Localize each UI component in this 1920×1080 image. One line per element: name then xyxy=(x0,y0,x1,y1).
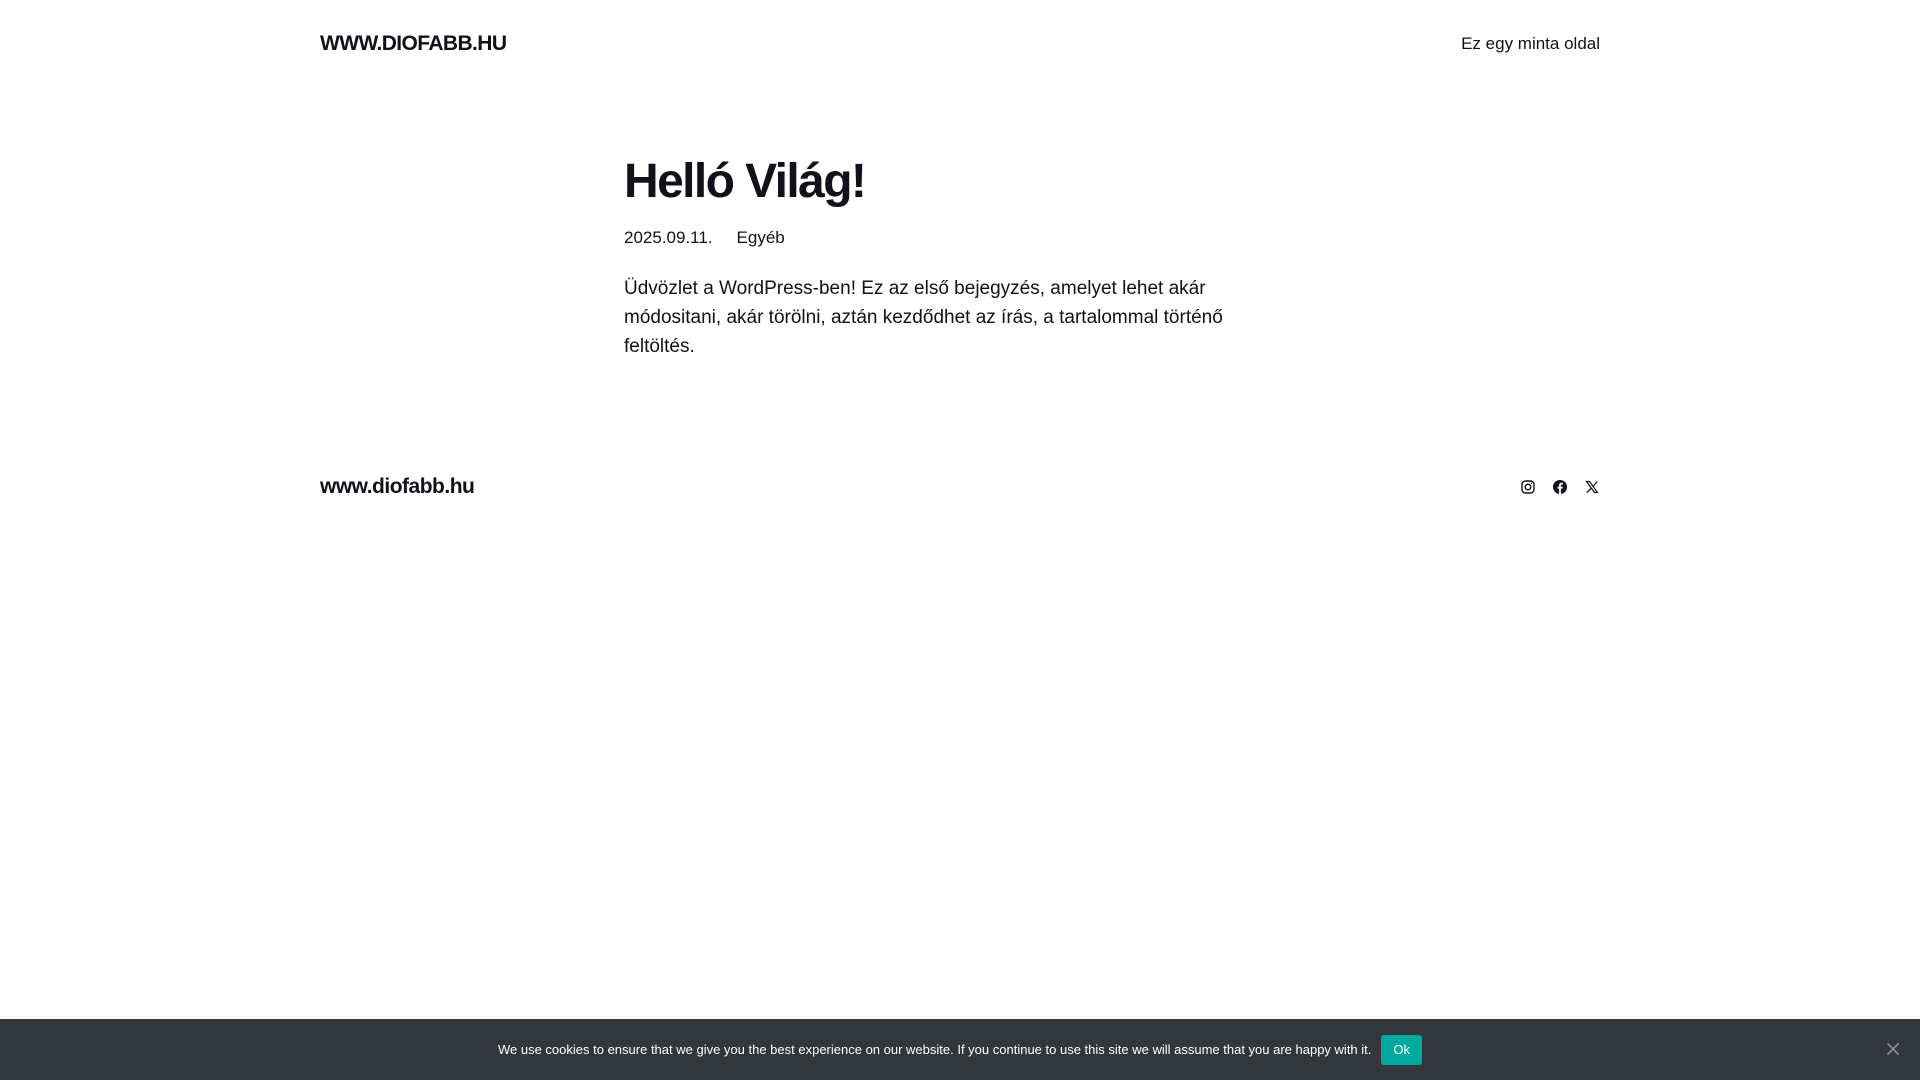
cookie-notice-text: We use cookies to ensure that we give yo… xyxy=(497,1042,1372,1057)
x-icon[interactable] xyxy=(1584,479,1600,495)
post-date-link[interactable]: 2025.09.11. xyxy=(624,228,713,248)
site-title-link[interactable]: WWW.DIOFABB.HU xyxy=(320,32,507,56)
footer-site-title-link[interactable]: www.diofabb.hu xyxy=(320,475,475,499)
social-links xyxy=(1520,479,1600,495)
post-category-link[interactable]: Egyéb xyxy=(737,228,785,248)
nav-link-sample-page[interactable]: Ez egy minta oldal xyxy=(1461,34,1600,53)
main-navigation: Ez egy minta oldal xyxy=(1461,34,1600,54)
post-content: Üdvözlet a WordPress-ben! Ez az első bej… xyxy=(624,278,1223,357)
instagram-icon[interactable] xyxy=(1520,479,1536,495)
cookie-notice-bar: We use cookies to ensure that we give yo… xyxy=(0,1019,1920,1080)
facebook-icon[interactable] xyxy=(1552,479,1568,495)
cookie-ok-button[interactable]: Ok xyxy=(1381,1034,1423,1065)
close-icon[interactable] xyxy=(1884,1040,1902,1058)
site-header: WWW.DIOFABB.HU Ez egy minta oldal xyxy=(320,28,1600,60)
post-article: Helló Világ! 2025.09.11. Egyéb Üdvözlet … xyxy=(624,150,1296,361)
post-meta: 2025.09.11. Egyéb xyxy=(624,224,1296,252)
post-title: Helló Világ! xyxy=(624,155,867,208)
site-footer: www.diofabb.hu xyxy=(320,472,1600,502)
